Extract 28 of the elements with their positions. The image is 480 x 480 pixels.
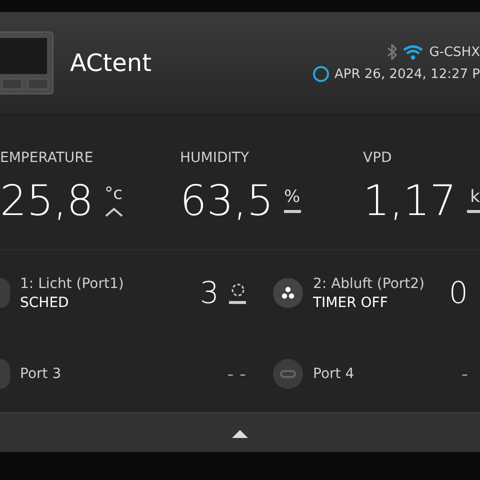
sensor-value: 1,17 — [363, 180, 457, 222]
expand-icon[interactable] — [232, 428, 248, 438]
port-mode: SCHED — [20, 294, 70, 311]
port-name: Port 3 — [20, 366, 62, 382]
sensor-label: EMPERATURE — [0, 150, 94, 166]
sensor-label: HUMIDITY — [180, 150, 249, 166]
port-value: - — [462, 364, 468, 385]
port-value: 3 — [200, 276, 219, 311]
port-icon — [0, 359, 10, 390]
device-name: ACtent — [70, 49, 152, 78]
unit-label: °c — [104, 186, 122, 203]
port-name: 2: Abluft (Port2) — [313, 276, 425, 292]
port-value: 0 — [448, 276, 468, 311]
port-value: - - — [227, 364, 246, 385]
sensor-value: 25,8 — [0, 180, 94, 222]
port-mode: TIMER OFF — [313, 294, 389, 311]
port-name: 1: Licht (Port1) — [20, 276, 124, 292]
fan-icon — [273, 278, 303, 308]
unit-label: k — [470, 189, 480, 206]
port-icon — [0, 278, 10, 308]
sensor-value: 63,5 — [180, 180, 274, 222]
status-ring-icon — [312, 66, 328, 82]
link-icon — [273, 359, 303, 390]
network-name: G-CSHX — [429, 44, 480, 60]
port-name: Port 4 — [313, 366, 354, 382]
unit-label: % — [284, 189, 300, 206]
date-time: APR 26, 2024, 12:27 P — [334, 66, 480, 82]
sensor-label: VPD — [363, 150, 392, 166]
